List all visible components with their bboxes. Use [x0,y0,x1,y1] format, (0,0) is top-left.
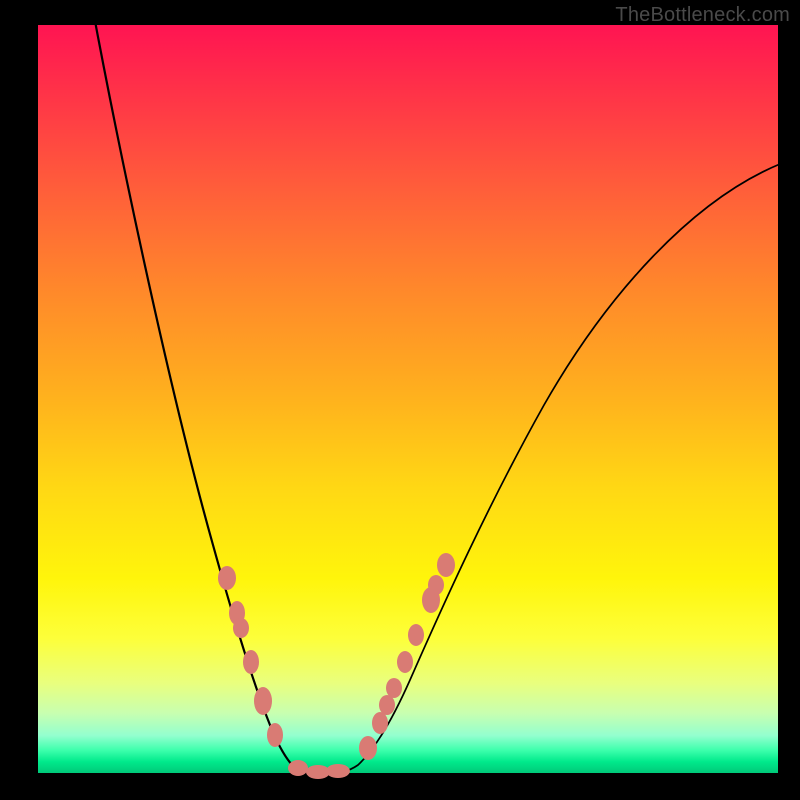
curve-left [92,5,322,773]
data-marker [386,678,402,698]
data-marker [288,760,308,776]
data-marker [372,712,388,734]
data-marker [428,575,444,595]
data-marker [437,553,455,577]
data-marker [254,687,272,715]
data-marker [408,624,424,646]
data-marker [218,566,236,590]
data-marker [233,618,249,638]
chart-stage: TheBottleneck.com [0,0,800,800]
data-marker [243,650,259,674]
data-marker [397,651,413,673]
data-marker [379,695,395,715]
marker-group [218,553,455,779]
watermark-text: TheBottleneck.com [615,4,790,27]
chart-svg [38,25,778,773]
data-marker [326,764,350,778]
data-marker [359,736,377,760]
data-marker [267,723,283,747]
plot-area [38,25,778,773]
